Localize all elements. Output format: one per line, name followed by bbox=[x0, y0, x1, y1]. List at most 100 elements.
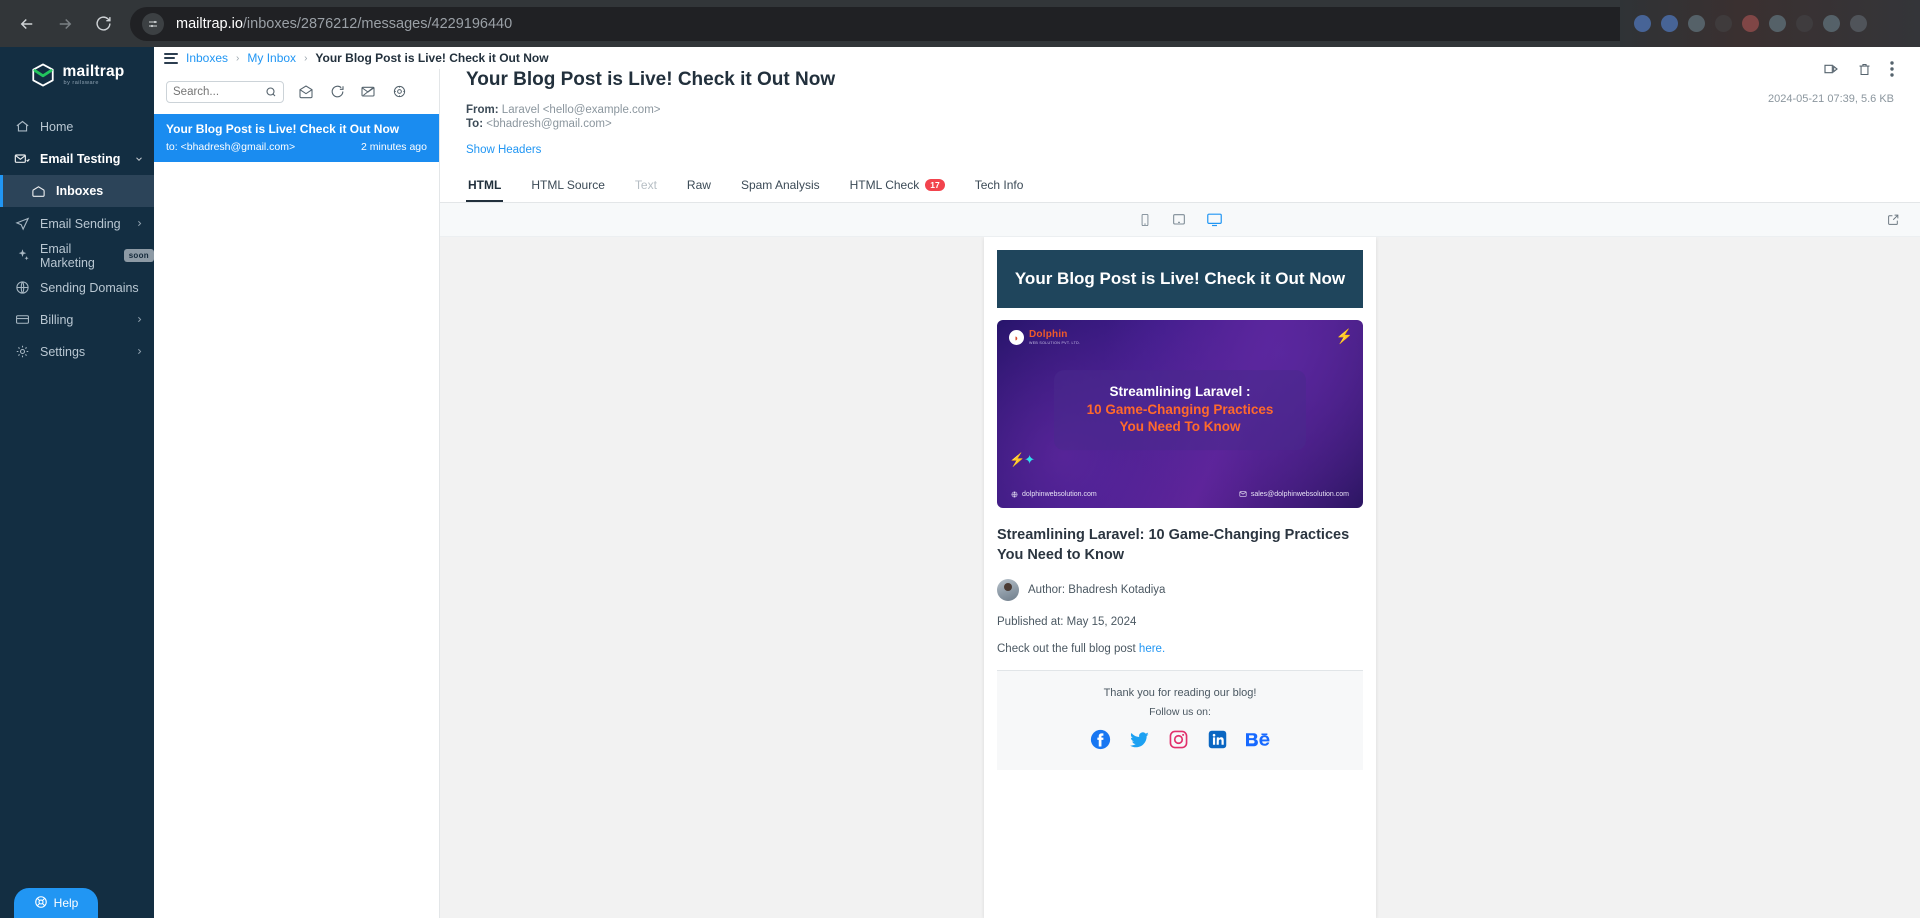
twitter-link[interactable] bbox=[1129, 729, 1150, 750]
footer-thanks: Thank you for reading our blog! bbox=[1103, 687, 1257, 700]
breadcrumb-my-inbox[interactable]: My Inbox bbox=[247, 51, 296, 65]
extension-icon[interactable] bbox=[1688, 15, 1705, 32]
behance-link[interactable] bbox=[1246, 729, 1270, 750]
sidebar-item-email-sending[interactable]: Email Sending bbox=[0, 208, 154, 239]
sidebar: mailtrap by railsware Home Email Testing… bbox=[0, 47, 154, 918]
site-settings-button[interactable] bbox=[142, 12, 164, 35]
social-links bbox=[1007, 729, 1353, 750]
forward-button[interactable] bbox=[1823, 61, 1839, 80]
mailtrap-logo-icon bbox=[31, 63, 54, 87]
chevron-right-icon bbox=[135, 347, 144, 356]
address-bar[interactable]: mailtrap.io/inboxes/2876212/messages/422… bbox=[130, 6, 1852, 41]
instagram-link[interactable] bbox=[1168, 729, 1189, 750]
sidebar-toggle-button[interactable] bbox=[164, 52, 178, 64]
extension-icon[interactable] bbox=[1742, 15, 1759, 32]
sidebar-item-inboxes[interactable]: Inboxes bbox=[0, 175, 154, 207]
sparkle-decoration-icon: ⚡✦ bbox=[1009, 452, 1035, 467]
clear-inbox-icon bbox=[361, 86, 375, 97]
tab-label: HTML Check bbox=[849, 178, 920, 192]
extension-icon[interactable] bbox=[1796, 15, 1813, 32]
sidebar-item-home[interactable]: Home bbox=[0, 111, 154, 142]
sidebar-item-email-marketing[interactable]: Email Marketing soon bbox=[0, 240, 154, 271]
sidebar-item-label: Inboxes bbox=[56, 184, 104, 198]
tab-label: Text bbox=[634, 178, 657, 192]
extension-icon[interactable] bbox=[1715, 15, 1732, 32]
email-footer: Thank you for reading our blog! Follow u… bbox=[997, 670, 1363, 771]
tab-spam-analysis[interactable]: Spam Analysis bbox=[739, 170, 822, 202]
sidebar-item-email-testing[interactable]: Email Testing bbox=[0, 143, 154, 174]
message-list-item[interactable]: Your Blog Post is Live! Check it Out Now… bbox=[154, 114, 439, 162]
tab-label: Tech Info bbox=[974, 178, 1024, 192]
message-tabs: HTML HTML Source Text Raw Spam Analysis … bbox=[440, 170, 1920, 203]
help-label: Help bbox=[53, 896, 79, 910]
open-in-new-button[interactable] bbox=[1887, 213, 1900, 226]
app-logo[interactable]: mailtrap by railsware bbox=[0, 47, 154, 95]
sidebar-item-sending-domains[interactable]: Sending Domains bbox=[0, 272, 154, 303]
settings-icon bbox=[393, 85, 405, 98]
mark-as-read-button[interactable] bbox=[297, 83, 315, 101]
url-text: mailtrap.io/inboxes/2876212/messages/422… bbox=[176, 16, 512, 32]
tablet-view-button[interactable] bbox=[1171, 212, 1187, 228]
inbox-settings-button[interactable] bbox=[390, 83, 408, 101]
browser-toolbar: mailtrap.io/inboxes/2876212/messages/422… bbox=[0, 0, 1920, 47]
show-headers-link[interactable]: Show Headers bbox=[466, 144, 541, 156]
tab-label: Raw bbox=[686, 178, 711, 192]
refresh-button[interactable] bbox=[328, 83, 346, 101]
url-domain: mailtrap.io bbox=[176, 15, 243, 32]
extension-icon[interactable] bbox=[1769, 15, 1786, 32]
dolphin-logo-icon: ◗ bbox=[1009, 330, 1024, 346]
delete-button[interactable] bbox=[1857, 62, 1872, 80]
logo-subtitle: by railsware bbox=[63, 80, 99, 86]
breadcrumb-inboxes[interactable]: Inboxes bbox=[186, 51, 228, 65]
reload-button[interactable] bbox=[86, 7, 120, 41]
hero-contact-row: dolphinwebsolution.com sales@dolphinwebs… bbox=[997, 490, 1363, 498]
search-box[interactable] bbox=[166, 80, 284, 103]
extension-icon[interactable] bbox=[1634, 15, 1651, 32]
to-line: To: <bhadresh@gmail.com> bbox=[466, 118, 1894, 130]
back-button[interactable] bbox=[10, 7, 44, 41]
to-value: <bhadresh@gmail.com> bbox=[486, 118, 612, 130]
facebook-link[interactable] bbox=[1090, 729, 1111, 750]
tab-tech-info[interactable]: Tech Info bbox=[973, 170, 1026, 202]
hero-line-1: Streamlining Laravel : bbox=[1109, 384, 1251, 400]
facebook-icon bbox=[1090, 730, 1111, 750]
viewport-toolbar bbox=[440, 203, 1920, 237]
search-input[interactable] bbox=[173, 85, 260, 98]
tab-label: HTML bbox=[468, 178, 502, 192]
sidebar-item-label: Email Testing bbox=[40, 151, 121, 166]
tab-html[interactable]: HTML bbox=[466, 170, 504, 202]
mobile-view-button[interactable] bbox=[1138, 213, 1152, 227]
sidebar-item-settings[interactable]: Settings bbox=[0, 336, 154, 367]
site-settings-icon bbox=[149, 20, 157, 27]
card-icon bbox=[14, 312, 30, 328]
reload-icon bbox=[95, 16, 111, 31]
gear-icon bbox=[14, 344, 30, 360]
linkedin-link[interactable] bbox=[1207, 729, 1228, 750]
desktop-view-button[interactable] bbox=[1206, 211, 1223, 228]
profile-avatar[interactable] bbox=[1850, 15, 1867, 32]
search-icon bbox=[264, 85, 277, 98]
avatar bbox=[997, 579, 1019, 602]
message-meta: 2024-05-21 07:39, 5.6 KB bbox=[1768, 93, 1894, 105]
tab-html-check[interactable]: HTML Check 17 bbox=[848, 170, 947, 202]
mail-icon bbox=[1239, 491, 1247, 497]
clear-inbox-button[interactable] bbox=[359, 83, 377, 101]
tab-raw[interactable]: Raw bbox=[685, 170, 713, 202]
extension-icon[interactable] bbox=[1661, 15, 1678, 32]
help-button[interactable]: Help bbox=[14, 888, 98, 918]
desktop-view-icon bbox=[1206, 213, 1222, 227]
extension-icon[interactable] bbox=[1823, 15, 1840, 32]
from-value: Laravel <hello@example.com> bbox=[501, 104, 661, 116]
logo-name: mailtrap bbox=[62, 62, 125, 80]
forward-arrow-icon bbox=[59, 18, 72, 29]
html-check-badge: 17 bbox=[925, 179, 945, 191]
sidebar-item-label: Billing bbox=[40, 312, 74, 327]
mark-as-read-icon bbox=[299, 84, 313, 98]
more-options-button[interactable] bbox=[1890, 61, 1894, 80]
forward-button[interactable] bbox=[48, 7, 82, 41]
article-cta-link[interactable]: here. bbox=[1139, 643, 1165, 655]
linkedin-icon bbox=[1208, 730, 1227, 749]
tab-html-source[interactable]: HTML Source bbox=[529, 170, 607, 202]
sidebar-item-billing[interactable]: Billing bbox=[0, 304, 154, 335]
message-subject: Your Blog Post is Live! Check it Out Now bbox=[166, 122, 400, 136]
